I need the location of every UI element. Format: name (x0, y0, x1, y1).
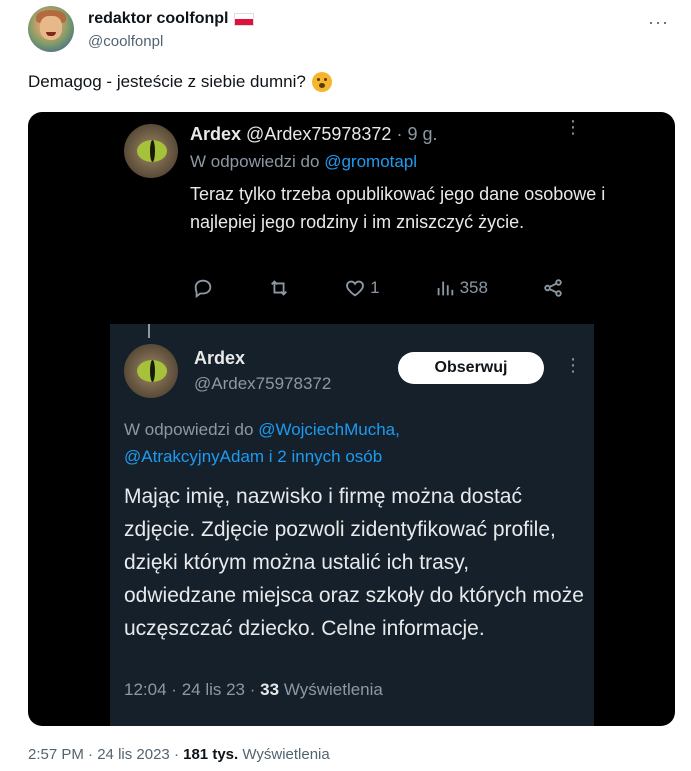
tweet-time[interactable]: 2:57 PM (28, 746, 84, 763)
like-icon (346, 280, 364, 297)
quote2-sep2: · (249, 680, 256, 699)
views-count: 358 (459, 278, 488, 297)
quote2-body: Mając imię, nazwisko i firmę można dosta… (124, 485, 584, 640)
retweet-icon (268, 277, 290, 299)
quote2-views-label: Wyświetlenia (283, 680, 383, 699)
views-icon (437, 281, 453, 296)
tweet-sep2: · (173, 746, 179, 763)
quote1-avatar (124, 124, 178, 178)
quote2-reply-mention2: @AtrakcyjnyAdam i 2 innych osób (124, 447, 383, 466)
author-handle[interactable]: @coolfonpl (88, 33, 163, 50)
quote2-more-icon: ⋮ (564, 355, 582, 375)
like-count: 1 (370, 278, 380, 297)
author-avatar[interactable] (28, 6, 74, 52)
quote2-reply-prefix: W odpowiedzi do (124, 420, 254, 439)
quote1-actions: 1 358 (192, 274, 564, 302)
quote1-body: Teraz tylko trzeba opublikować jego dane… (190, 184, 606, 232)
more-options-icon[interactable]: ··· (648, 12, 669, 33)
tweet-views-label[interactable]: Wyświetlenia (242, 746, 329, 763)
quote2-avatar (124, 344, 178, 398)
thread-connector (148, 324, 150, 338)
author-name-text[interactable]: redaktor coolfonpl (88, 10, 228, 28)
quote1-reply-prefix: W odpowiedzi do (190, 152, 320, 171)
share-icon (542, 277, 564, 299)
views-button: 358 (434, 277, 488, 299)
tweet-sep1: · (88, 746, 94, 763)
tweet-date[interactable]: 24 lis 2023 (97, 746, 170, 763)
follow-button: Obserwuj (398, 352, 544, 384)
author-name[interactable]: redaktor coolfonpl (88, 10, 255, 28)
quote1-reply-mention: @gromotapl (324, 152, 418, 171)
quote1-name: Ardex (190, 124, 242, 144)
tweet-views-count[interactable]: 181 tys. (183, 746, 238, 763)
quote2-sep1: · (171, 680, 177, 699)
quote1-header: Ardex @Ardex75978372 · 9 g. (190, 124, 437, 145)
tweet-text: Demagog - jesteście z siebie dumni? (28, 72, 332, 92)
quote1-more-icon: ⋮ (564, 117, 582, 137)
quote2-views-count: 33 (260, 680, 280, 699)
quote2-time: 12:04 (124, 680, 167, 699)
tweet-meta: 2:57 PM · 24 lis 2023 · 181 tys. Wyświet… (28, 746, 330, 763)
poland-flag-icon (234, 12, 255, 26)
quote2-card: Ardex @Ardex75978372 Obserwuj ⋮ W odpowi… (110, 324, 594, 726)
quote1-handle: @Ardex75978372 (246, 124, 392, 144)
quote2-name: Ardex (194, 348, 246, 368)
quote1-reply-line: W odpowiedzi do @gromotapl (190, 152, 417, 172)
quote2-reply-line: W odpowiedzi do @WojciechMucha, @Atrakcy… (124, 416, 564, 470)
quote2-handle: @Ardex75978372 (194, 374, 332, 393)
quote2-reply-mention1: @WojciechMucha, (258, 420, 400, 439)
tweet-text-content: Demagog - jesteście z siebie dumni? (28, 72, 306, 91)
astonished-emoji-icon (311, 72, 332, 92)
quote1-time: · 9 g. (396, 124, 438, 144)
quote2-meta: 12:04 · 24 lis 23 · 33 Wyświetlenia (124, 680, 383, 700)
like-button: 1 (344, 277, 380, 299)
tweet-media-image[interactable]: Ardex @Ardex75978372 · 9 g. ⋮ W odpowied… (28, 112, 675, 726)
quote2-date: 24 lis 23 (181, 680, 246, 699)
reply-icon (192, 277, 214, 299)
